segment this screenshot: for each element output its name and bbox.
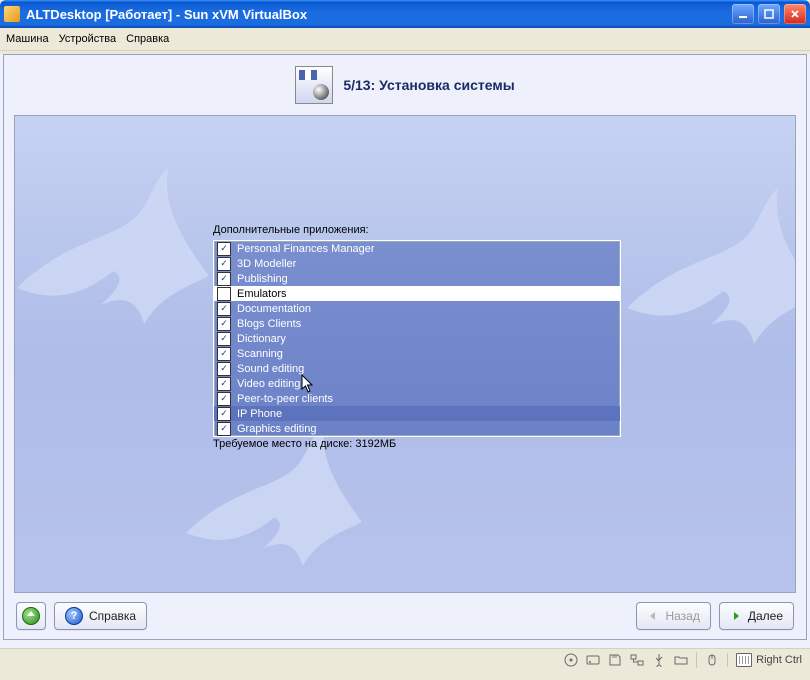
app-checkbox[interactable]: ✓ [217, 392, 231, 406]
app-item-label: Blogs Clients [237, 318, 301, 330]
app-checkbox[interactable]: ✓ [217, 302, 231, 316]
usb-icon[interactable] [652, 653, 666, 667]
app-checkbox[interactable]: ✓ [217, 362, 231, 376]
app-list-item[interactable]: ✓ 3D Modeller [214, 256, 620, 271]
app-item-label: IP Phone [237, 408, 282, 420]
window-title: ALTDesktop [Работает] - Sun xVM VirtualB… [26, 7, 732, 22]
disk-space-label: Требуемое место на диске: 3192МБ [213, 438, 396, 450]
cd-icon[interactable] [564, 653, 578, 667]
maximize-button[interactable] [758, 4, 780, 24]
shared-folder-icon[interactable] [674, 653, 688, 667]
minimize-button[interactable] [732, 4, 754, 24]
close-button[interactable] [784, 4, 806, 24]
app-item-label: Dictionary [237, 333, 286, 345]
mouse-integration-icon[interactable] [705, 653, 719, 667]
installer-header: 5/13: Установка системы [4, 55, 806, 115]
app-list-item[interactable]: ✓ Publishing [214, 271, 620, 286]
installer-step-icon [295, 66, 333, 104]
window-controls [732, 4, 806, 24]
decorative-swallow-icon [615, 176, 796, 416]
app-item-label: 3D Modeller [237, 258, 296, 270]
app-checkbox[interactable] [217, 287, 231, 301]
back-button-label: Назад [665, 609, 699, 623]
app-checkbox[interactable]: ✓ [217, 242, 231, 256]
content-area: 5/13: Установка системы Дополнительные п… [0, 54, 810, 648]
installer-step-title: 5/13: Установка системы [343, 77, 514, 93]
app-list-item[interactable]: ✓ Graphics editing [214, 421, 620, 436]
menu-machine[interactable]: Машина [6, 33, 49, 45]
app-item-label: Personal Finances Manager [237, 243, 375, 255]
keyboard-icon [736, 653, 752, 667]
network-icon[interactable] [630, 653, 644, 667]
app-list-item[interactable]: ✓ Sound editing [214, 361, 620, 376]
host-key-indicator[interactable]: Right Ctrl [727, 653, 802, 667]
menu-help[interactable]: Справка [126, 33, 169, 45]
app-item-label: Video editing [237, 378, 300, 390]
boot-options-button[interactable] [16, 602, 46, 630]
help-button-label: Справка [89, 609, 136, 623]
app-list-item[interactable]: ✓ IP Phone [214, 406, 620, 421]
floppy-icon[interactable] [608, 653, 622, 667]
next-button-label: Далее [748, 609, 783, 623]
question-icon: ? [65, 607, 83, 625]
app-checkbox[interactable]: ✓ [217, 422, 231, 436]
app-icon [4, 6, 20, 22]
menu-devices[interactable]: Устройства [59, 33, 117, 45]
help-button[interactable]: ? Справка [54, 602, 147, 630]
window-titlebar: ALTDesktop [Работает] - Sun xVM VirtualB… [0, 0, 810, 28]
app-list-item[interactable]: ✓ Video editing [214, 376, 620, 391]
app-item-label: Documentation [237, 303, 311, 315]
app-list-item[interactable]: ✓ Documentation [214, 301, 620, 316]
app-item-label: Scanning [237, 348, 283, 360]
app-checkbox[interactable]: ✓ [217, 272, 231, 286]
app-checkbox[interactable]: ✓ [217, 407, 231, 421]
decorative-swallow-icon [14, 156, 245, 396]
menubar: Машина Устройства Справка [0, 28, 810, 51]
next-button[interactable]: Далее [719, 602, 794, 630]
app-list-item[interactable]: ✓ Dictionary [214, 331, 620, 346]
app-item-label: Graphics editing [237, 423, 317, 435]
app-item-label: Emulators [237, 288, 287, 300]
app-item-label: Sound editing [237, 363, 304, 375]
up-arrow-icon [22, 607, 40, 625]
app-list-item[interactable]: ✓ Peer-to-peer clients [214, 391, 620, 406]
app-checkbox[interactable]: ✓ [217, 257, 231, 271]
app-checkbox[interactable]: ✓ [217, 332, 231, 346]
app-checkbox[interactable]: ✓ [217, 317, 231, 331]
additional-apps-label: Дополнительные приложения: [213, 224, 369, 236]
app-item-label: Publishing [237, 273, 288, 285]
app-checkbox[interactable]: ✓ [217, 347, 231, 361]
app-list-item[interactable]: ✓ Personal Finances Manager [214, 241, 620, 256]
app-list-item[interactable]: ✓ Scanning [214, 346, 620, 361]
back-button[interactable]: Назад [636, 602, 710, 630]
app-list-item[interactable]: Emulators [214, 286, 620, 301]
hard-disk-icon[interactable] [586, 653, 600, 667]
app-checkbox[interactable]: ✓ [217, 377, 231, 391]
installer-frame: 5/13: Установка системы Дополнительные п… [3, 54, 807, 640]
statusbar: Right Ctrl [0, 648, 810, 671]
installer-footer: ? Справка Назад Далее [4, 593, 806, 639]
additional-apps-listbox[interactable]: ✓ Personal Finances Manager ✓ 3D Modeller ✓ P… [213, 240, 621, 437]
app-list-item[interactable]: ✓ Blogs Clients [214, 316, 620, 331]
app-item-label: Peer-to-peer clients [237, 393, 333, 405]
host-key-label: Right Ctrl [756, 654, 802, 666]
arrow-right-icon [730, 610, 742, 622]
arrow-left-icon [647, 610, 659, 622]
installer-body: Дополнительные приложения: ✓ Personal Fin… [14, 115, 796, 593]
